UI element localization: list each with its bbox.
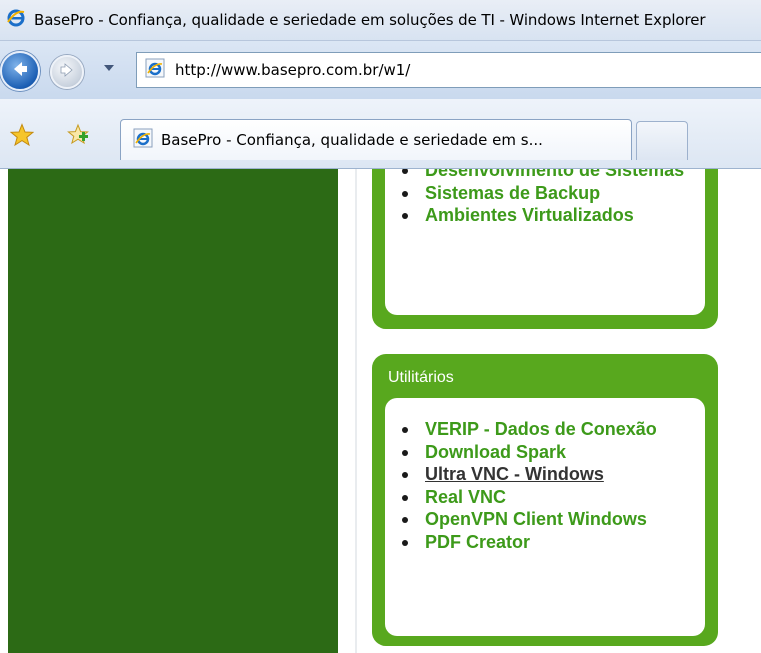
list-item: Desenvolvimento de Sistemas <box>399 169 684 182</box>
utility-link-pdfcreator[interactable]: PDF Creator <box>425 532 530 552</box>
add-favorites-icon[interactable] <box>66 123 90 151</box>
utilities-box-title: Utilitários <box>388 369 454 386</box>
favorites-star-icon[interactable] <box>9 123 35 151</box>
utility-link-realvnc[interactable]: Real VNC <box>425 487 506 507</box>
list-item: Download Spark <box>399 441 657 464</box>
column-divider <box>355 169 357 653</box>
new-tab-button[interactable] <box>636 121 688 160</box>
back-button[interactable] <box>0 51 40 91</box>
back-arrow-icon <box>9 58 31 84</box>
services-link[interactable]: Ambientes Virtualizados <box>425 205 634 225</box>
utility-link-verip[interactable]: VERIP - Dados de Conexão <box>425 419 657 439</box>
forward-button[interactable] <box>50 55 84 89</box>
window-title: BasePro - Confiança, qualidade e serieda… <box>34 11 706 29</box>
page-icon <box>145 58 165 82</box>
list-item: Ambientes Virtualizados <box>399 204 684 227</box>
list-item: OpenVPN Client Windows <box>399 508 657 531</box>
services-link[interactable]: Desenvolvimento de Sistemas <box>425 169 684 180</box>
window-title-bar: BasePro - Confiança, qualidade e serieda… <box>0 0 761 41</box>
utilities-box-body: VERIP - Dados de Conexão Download Spark … <box>385 398 705 636</box>
list-item: Ultra VNC - Windows <box>399 463 657 486</box>
url-input[interactable] <box>175 61 735 79</box>
services-box: Desenvolvimento de Sistemas Sistemas de … <box>372 169 718 329</box>
services-link[interactable]: Sistemas de Backup <box>425 183 600 203</box>
utilities-box: Utilitários VERIP - Dados de Conexão Dow… <box>372 354 718 646</box>
services-box-body: Desenvolvimento de Sistemas Sistemas de … <box>385 169 705 315</box>
list-item: Sistemas de Backup <box>399 182 684 205</box>
utility-link-ultravnc[interactable]: Ultra VNC - Windows <box>425 464 604 484</box>
utility-link-spark[interactable]: Download Spark <box>425 442 566 462</box>
navigation-bar <box>0 41 761 99</box>
list-item: Real VNC <box>399 486 657 509</box>
services-list: Desenvolvimento de Sistemas Sistemas de … <box>399 169 684 227</box>
forward-arrow-icon <box>58 61 76 83</box>
web-page-content: Desenvolvimento de Sistemas Sistemas de … <box>0 169 761 653</box>
list-item: PDF Creator <box>399 531 657 554</box>
tab-basepro[interactable]: BasePro - Confiança, qualidade e serieda… <box>120 119 632 160</box>
tab-label: BasePro - Confiança, qualidade e serieda… <box>161 131 543 149</box>
internet-explorer-icon <box>6 8 26 32</box>
utilities-list: VERIP - Dados de Conexão Download Spark … <box>399 418 657 553</box>
internet-explorer-icon <box>133 128 153 152</box>
utility-link-openvpn[interactable]: OpenVPN Client Windows <box>425 509 647 529</box>
left-sidebar-panel <box>8 169 338 653</box>
recent-pages-dropdown[interactable] <box>104 65 114 71</box>
list-item: VERIP - Dados de Conexão <box>399 418 657 441</box>
tab-bar: BasePro - Confiança, qualidade e serieda… <box>0 99 761 169</box>
address-bar <box>136 52 761 88</box>
